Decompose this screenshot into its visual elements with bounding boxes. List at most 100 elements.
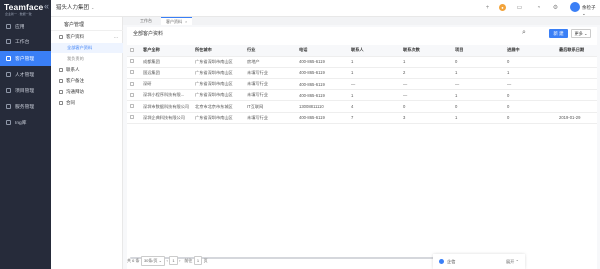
table-cell: 13008811110	[296, 100, 348, 113]
table-cell: 1	[452, 67, 504, 80]
row-select-cell	[127, 100, 140, 113]
table-row[interactable]: 深圳市数据科技有限公司 北京市北京市东城区 IT互联网 13008811110 4 0 0 0	[127, 100, 597, 113]
row-checkbox[interactable]	[130, 70, 134, 75]
row-checkbox[interactable]	[130, 115, 134, 120]
table-cell: 400-865-6119	[296, 112, 348, 124]
sub-item-contacts[interactable]: 联系人	[51, 65, 123, 75]
contacts-icon	[59, 68, 63, 72]
sub-item-visits[interactable]: 沟通拜访	[51, 87, 123, 97]
sub-item-customer-profiles[interactable]: 客户资料...	[51, 32, 123, 42]
sub-item-label: 全部客户资料	[67, 45, 93, 50]
collapse-icon[interactable]: «	[44, 1, 49, 11]
brand-logo: Teamface	[4, 2, 44, 12]
user-menu[interactable]: 余检子 ⌄	[582, 5, 600, 17]
column-header[interactable]: 项目	[452, 45, 504, 57]
notification-icon[interactable]: ◔	[535, 4, 542, 11]
customer-name-cell[interactable]: 深圳企典科技有限公司	[140, 112, 192, 124]
table-cell: 4	[348, 100, 400, 113]
column-header[interactable]: 联系人	[348, 45, 400, 57]
column-header[interactable]: 所在城市	[192, 45, 244, 57]
customer-name-cell[interactable]: 成都集团	[140, 56, 192, 68]
chat-label: 企信	[447, 258, 456, 264]
table-row[interactable]: 深研 广东省深圳市南山区 未填写行业 400-865-6119— — — —	[127, 78, 597, 91]
goto-input[interactable]: 1	[193, 256, 203, 265]
table-cell: 北京市北京市东城区	[192, 100, 244, 113]
main-content: 工作台 客户资料 × 全部客户资料 ⌕ 新 建 更多 ⌄ 客户全称 所在城市 行业…	[123, 17, 600, 269]
column-header[interactable]: 电话	[296, 45, 348, 57]
row-checkbox[interactable]	[130, 104, 134, 109]
customer-name-cell[interactable]: 国远集团	[140, 67, 192, 80]
divider	[51, 30, 123, 31]
add-icon[interactable]: +	[484, 4, 491, 11]
new-button[interactable]: 新 建	[549, 29, 568, 38]
table-row[interactable]: 成都集团 广东省深圳市南山区 房地产 400-865-6119 1 1 0 0	[127, 56, 597, 68]
row-select-cell	[127, 78, 140, 91]
row-checkbox[interactable]	[130, 92, 134, 97]
tab-label: 工作台	[140, 18, 152, 23]
more-icon[interactable]: ...	[114, 34, 118, 40]
select-all-checkbox[interactable]	[130, 47, 134, 52]
chat-widget[interactable]: 企信 展开 ⌃	[433, 254, 525, 269]
column-header[interactable]: 联系次数	[400, 45, 452, 57]
table-cell: —	[348, 78, 400, 91]
table-cell: 未填写行业	[244, 67, 296, 80]
sub-item-label: 沟通拜访	[66, 89, 84, 94]
customer-name-cell[interactable]: 深圳小程序科技有限...	[140, 89, 192, 102]
page-suffix: 页	[203, 257, 208, 263]
company-switcher[interactable]: 猎头人力集团 ⌄	[56, 3, 94, 11]
sub-item-notes[interactable]: 客户备注	[51, 76, 123, 86]
sub-item-all-profiles[interactable]: 全部客户资料	[51, 43, 123, 53]
customers-icon	[6, 56, 11, 61]
sub-item-mine[interactable]: 我负责的	[51, 54, 123, 64]
sub-nav: 客户管理 客户资料... 全部客户资料 我负责的 联系人 客户备注 沟通拜访 合…	[51, 17, 123, 269]
table-cell: 0	[504, 112, 556, 124]
nav-label: 应用	[15, 25, 25, 30]
customer-name-cell[interactable]: 深圳市数据科技有限公司	[140, 100, 192, 113]
table-cell	[556, 56, 597, 68]
table-row[interactable]: 国远集团 广东省深圳市南山区 未填写行业 400-865-6119 1 2 1 1	[127, 67, 597, 80]
settings-icon[interactable]: ⚙	[552, 4, 559, 11]
more-button[interactable]: 更多 ⌄	[571, 29, 591, 38]
table-cell: 广东省深圳市南山区	[192, 56, 244, 68]
bell-badge-icon[interactable]: ●	[499, 4, 506, 11]
next-page-icon[interactable]: ›	[179, 258, 180, 263]
nav-item-customers[interactable]: 客户管理	[0, 51, 51, 66]
nav-item-library[interactable]: Ing库	[0, 115, 51, 130]
table-cell: 400-865-6119	[296, 78, 348, 91]
table-cell: 3	[400, 112, 452, 124]
expand-button[interactable]: 展开 ⌃	[506, 259, 519, 265]
sub-item-contracts[interactable]: 合同	[51, 98, 123, 108]
table-cell: 未填写行业	[244, 89, 296, 102]
nav-item-apps[interactable]: 应用	[0, 19, 51, 34]
table-cell: IT互联网	[244, 100, 296, 113]
table-row[interactable]: 深圳小程序科技有限... 广东省深圳市南山区 未填写行业 400-865-6119 1—…	[127, 89, 597, 102]
close-icon[interactable]: ×	[185, 19, 187, 24]
customer-name-cell[interactable]: 深研	[140, 78, 192, 91]
nav-item-services[interactable]: 服务管理	[0, 99, 51, 114]
table-cell: 1	[348, 89, 400, 102]
table-cell	[556, 78, 597, 91]
current-page[interactable]: 1	[169, 256, 178, 265]
sub-item-label: 客户备注	[66, 78, 84, 83]
column-header[interactable]: 客户全称	[140, 45, 192, 57]
prev-page-icon[interactable]: ‹	[166, 258, 167, 263]
column-header[interactable]: 进展中	[504, 45, 556, 57]
row-checkbox[interactable]	[130, 59, 134, 64]
brand-tagline: 企业新一 · 数据一致	[5, 11, 32, 16]
column-header[interactable]: 最后联系日期	[556, 45, 597, 57]
bookmark-icon[interactable]: ▭	[516, 4, 523, 11]
nav-item-talent[interactable]: 人才管理	[0, 67, 51, 82]
table-row[interactable]: 深圳企典科技有限公司 广东省深圳市南山区 未填写行业 400-865-6119 7 3 1 0…	[127, 112, 597, 124]
page-size-select[interactable]: 30条/页 ⌄	[140, 255, 165, 266]
row-checkbox[interactable]	[130, 81, 134, 86]
table-cell: 1	[452, 112, 504, 124]
tab-workbench[interactable]: 工作台	[135, 17, 157, 25]
avatar[interactable]	[570, 2, 580, 12]
column-header[interactable]: 行业	[244, 45, 296, 57]
nav-item-workbench[interactable]: 工作台	[0, 34, 51, 49]
select-all-cell	[127, 45, 140, 57]
tab-customer-profiles[interactable]: 客户资料 ×	[161, 17, 193, 25]
table-cell	[556, 89, 597, 102]
nav-item-projects[interactable]: 项目管理	[0, 83, 51, 98]
search-icon[interactable]: ⌕	[522, 29, 526, 37]
